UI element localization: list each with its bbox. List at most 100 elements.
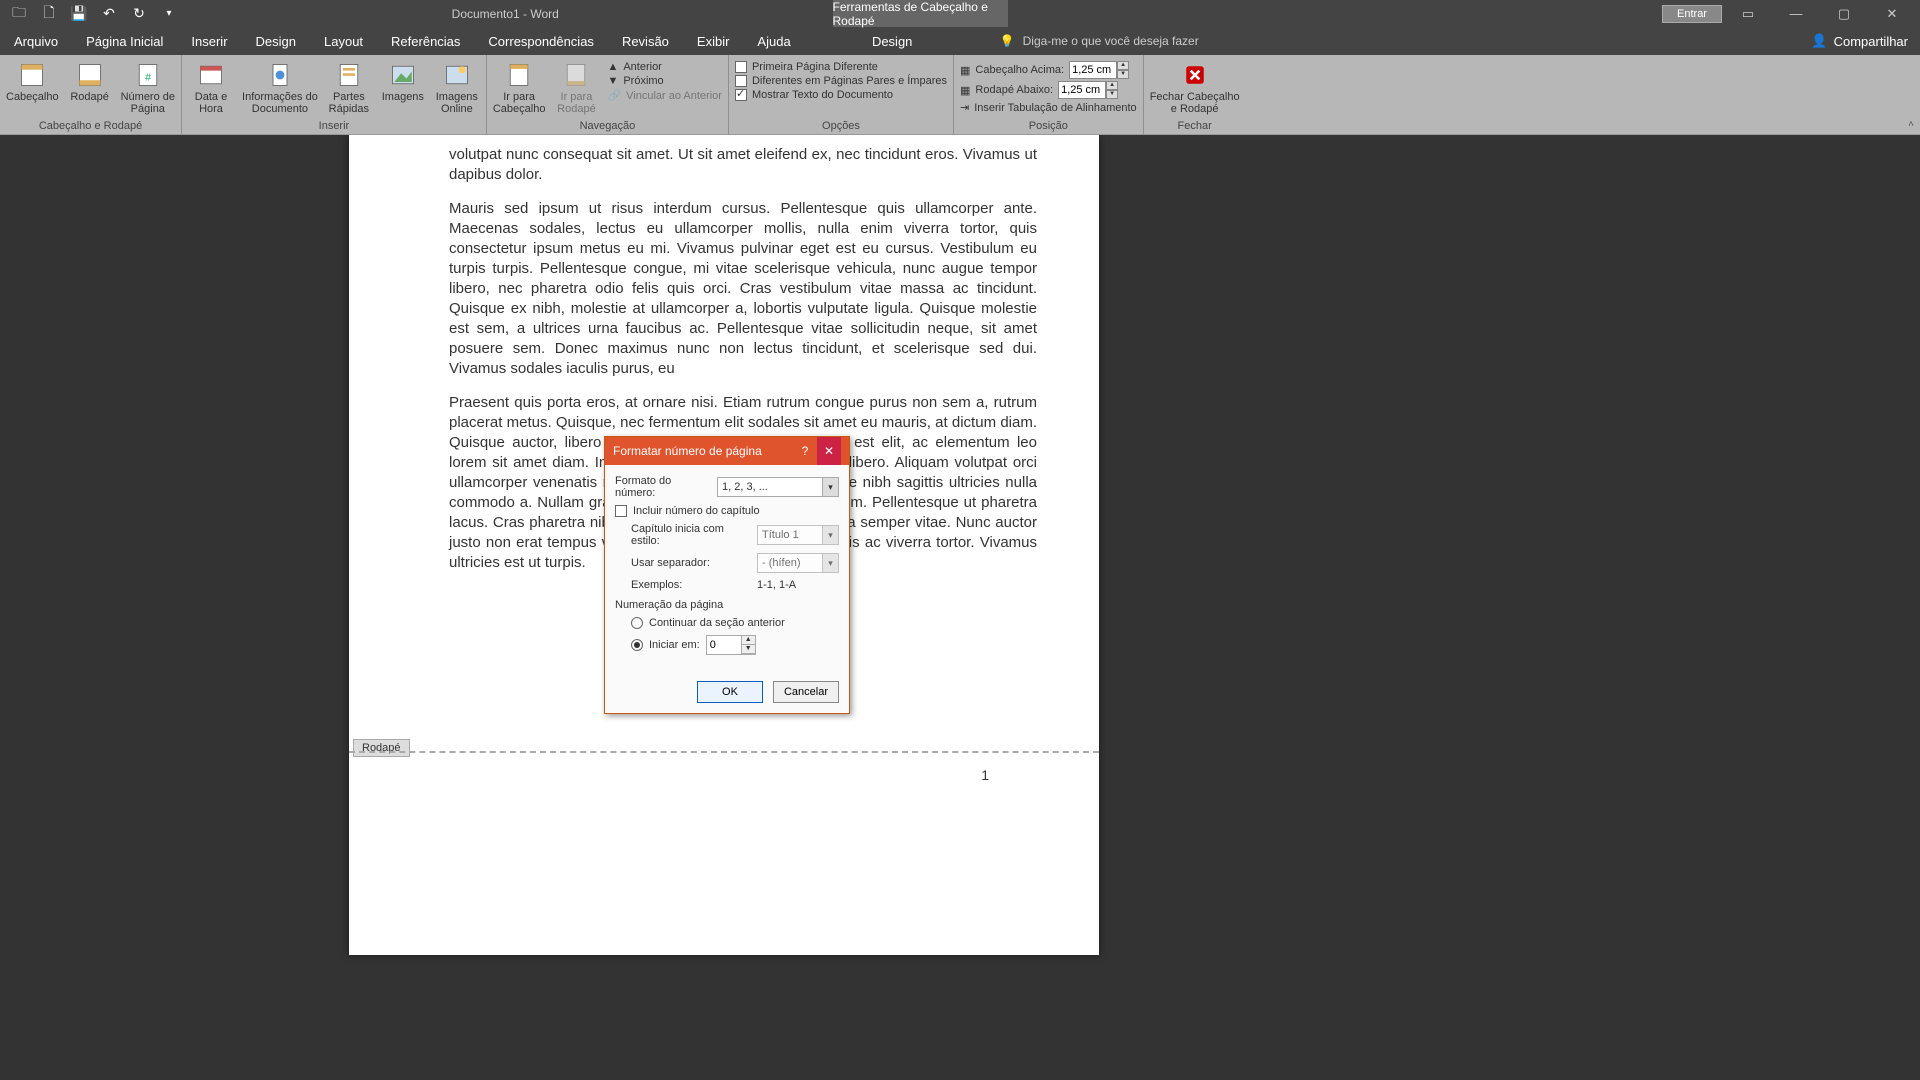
primeira-diferente-check[interactable]: Primeira Página Diferente bbox=[735, 61, 947, 73]
paragraph-tail: volutpat nunc consequat sit amet. Ut sit… bbox=[449, 145, 1037, 185]
tab-ajuda[interactable]: Ajuda bbox=[743, 27, 804, 55]
group-label-fechar: Fechar bbox=[1150, 120, 1240, 134]
title-bar: 🗀 🗋 💾 ↶ ↻ ▾ Documento1 - Word Ferramenta… bbox=[0, 0, 1920, 27]
ir-cabecalho-button[interactable]: Ir para Cabeçalho bbox=[493, 59, 546, 120]
imagens-button[interactable]: Imagens bbox=[380, 59, 426, 120]
maximize-button[interactable]: ▢ bbox=[1822, 2, 1866, 26]
page-number-icon: # bbox=[132, 61, 164, 89]
tab-context-design[interactable]: Design bbox=[805, 27, 980, 55]
tab-exibir[interactable]: Exibir bbox=[683, 27, 744, 55]
tab-arquivo[interactable]: Arquivo bbox=[0, 27, 72, 55]
iniciar-em-input[interactable] bbox=[707, 636, 741, 654]
context-tab-title: Ferramentas de Cabeçalho e Rodapé bbox=[833, 0, 1008, 27]
separador-combo: - (hífen) ▾ bbox=[757, 553, 839, 573]
cabecalho-acima-input[interactable] bbox=[1069, 61, 1117, 79]
spin-up-icon[interactable]: ▲ bbox=[1106, 81, 1118, 90]
cabecalho-acima-spinner[interactable]: ▲▼ bbox=[1069, 61, 1129, 79]
data-hora-button[interactable]: Data e Hora bbox=[188, 59, 234, 120]
dialog-help-button[interactable]: ? bbox=[793, 444, 817, 458]
checkbox-checked-icon bbox=[735, 89, 747, 101]
rodape-abaixo-input[interactable] bbox=[1058, 81, 1106, 99]
footer-separator bbox=[349, 751, 1099, 753]
header-icon bbox=[16, 61, 48, 89]
iniciar-em-radio[interactable]: Iniciar em: ▲▼ bbox=[631, 635, 839, 655]
pares-impares-check[interactable]: Diferentes em Páginas Pares e Ímpares bbox=[735, 75, 947, 87]
document-area: volutpat nunc consequat sit amet. Ut sit… bbox=[0, 135, 1920, 1080]
share-icon: 👤 bbox=[1811, 33, 1827, 49]
tab-revisao[interactable]: Revisão bbox=[608, 27, 683, 55]
spin-down-icon[interactable]: ▼ bbox=[741, 645, 755, 654]
link-icon: 🔗 bbox=[607, 89, 621, 102]
group-label-opcoes: Opções bbox=[735, 120, 947, 134]
rodape-abaixo-spinner[interactable]: ▲▼ bbox=[1058, 81, 1118, 99]
inserir-tabulacao-button[interactable]: ⇥Inserir Tabulação de Alinhamento bbox=[960, 101, 1137, 114]
doc-info-icon bbox=[264, 61, 296, 89]
anterior-button[interactable]: ▲Anterior bbox=[607, 61, 722, 73]
tell-me-placeholder: Diga-me o que você deseja fazer bbox=[1023, 34, 1199, 48]
radio-checked-icon bbox=[631, 639, 643, 651]
tab-referencias[interactable]: Referências bbox=[377, 27, 474, 55]
proximo-button[interactable]: ▼Próximo bbox=[607, 75, 722, 87]
group-opcoes: Primeira Página Diferente Diferentes em … bbox=[729, 55, 954, 134]
numero-pagina-button[interactable]: # Número de Página bbox=[121, 59, 175, 120]
spin-down-icon[interactable]: ▼ bbox=[1106, 90, 1118, 99]
minimize-button[interactable]: — bbox=[1774, 2, 1818, 26]
partes-rapidas-button[interactable]: Partes Rápidas bbox=[326, 59, 372, 120]
cancel-button[interactable]: Cancelar bbox=[773, 681, 839, 703]
spin-up-icon[interactable]: ▲ bbox=[741, 636, 755, 645]
sign-in-button[interactable]: Entrar bbox=[1662, 5, 1722, 23]
folder-icon[interactable]: 🗀 bbox=[10, 5, 28, 23]
separador-value: - (hífen) bbox=[762, 557, 801, 569]
images-icon bbox=[387, 61, 419, 89]
close-window-button[interactable]: ✕ bbox=[1870, 2, 1914, 26]
formato-numero-combo[interactable]: 1, 2, 3, ... ▾ bbox=[717, 477, 839, 497]
mostrar-texto-check[interactable]: Mostrar Texto do Documento bbox=[735, 89, 947, 101]
tab-align-icon: ⇥ bbox=[960, 101, 969, 114]
collapse-ribbon-icon[interactable]: ˄ bbox=[1908, 119, 1914, 130]
dialog-titlebar[interactable]: Formatar número de página ? ✕ bbox=[605, 437, 849, 465]
dialog-close-button[interactable]: ✕ bbox=[817, 437, 841, 465]
group-label-inserir: Inserir bbox=[188, 120, 480, 134]
ribbon-display-icon[interactable]: ▭ bbox=[1726, 2, 1770, 26]
footer-icon bbox=[74, 61, 106, 89]
ribbon: Cabeçalho Rodapé # Número de Página Cabe… bbox=[0, 55, 1920, 135]
document-title: Documento1 - Word bbox=[178, 7, 833, 21]
ok-button[interactable]: OK bbox=[697, 681, 763, 703]
redo-icon[interactable]: ↻ bbox=[130, 5, 148, 23]
group-label-cabecalho-rodape: Cabeçalho e Rodapé bbox=[6, 120, 175, 134]
chevron-down-icon[interactable]: ▾ bbox=[822, 478, 838, 496]
ir-rodape-button[interactable]: Ir para Rodapé bbox=[553, 59, 599, 120]
vincular-button[interactable]: 🔗Vincular ao Anterior bbox=[607, 89, 722, 102]
imagens-online-button[interactable]: Imagens Online bbox=[434, 59, 480, 120]
numeracao-label: Numeração da página bbox=[615, 599, 839, 611]
info-doc-button[interactable]: Informações do Documento bbox=[242, 59, 318, 120]
tab-design[interactable]: Design bbox=[242, 27, 310, 55]
tab-layout[interactable]: Layout bbox=[310, 27, 377, 55]
page-number: 1 bbox=[981, 767, 989, 783]
continuar-radio[interactable]: Continuar da seção anterior bbox=[631, 617, 839, 629]
save-icon[interactable]: 💾 bbox=[70, 5, 88, 23]
online-images-icon bbox=[441, 61, 473, 89]
iniciar-em-spinner[interactable]: ▲▼ bbox=[706, 635, 756, 655]
date-time-icon bbox=[195, 61, 227, 89]
tell-me-box[interactable]: 💡 Diga-me o que você deseja fazer bbox=[1000, 34, 1812, 48]
goto-header-icon bbox=[503, 61, 535, 89]
exemplos-label: Exemplos: bbox=[631, 579, 751, 591]
spin-up-icon[interactable]: ▲ bbox=[1117, 61, 1129, 70]
chevron-down-icon: ▾ bbox=[822, 554, 838, 572]
rodape-button[interactable]: Rodapé bbox=[67, 59, 113, 120]
next-icon: ▼ bbox=[607, 75, 618, 87]
tab-correspondencias[interactable]: Correspondências bbox=[474, 27, 608, 55]
tab-pagina-inicial[interactable]: Página Inicial bbox=[72, 27, 177, 55]
spin-down-icon[interactable]: ▼ bbox=[1117, 70, 1129, 79]
undo-icon[interactable]: ↶ bbox=[100, 5, 118, 23]
share-button[interactable]: 👤 Compartilhar bbox=[1811, 33, 1908, 49]
qat-customize-icon[interactable]: ▾ bbox=[160, 5, 178, 23]
formato-numero-value: 1, 2, 3, ... bbox=[722, 481, 768, 493]
fechar-cabecalho-rodape-button[interactable]: Fechar Cabeçalho e Rodapé bbox=[1150, 59, 1240, 120]
paragraph-1: Mauris sed ipsum ut risus interdum cursu… bbox=[449, 199, 1037, 379]
cabecalho-button[interactable]: Cabeçalho bbox=[6, 59, 59, 120]
tab-inserir[interactable]: Inserir bbox=[177, 27, 241, 55]
new-doc-icon[interactable]: 🗋 bbox=[40, 5, 58, 23]
incluir-capitulo-check[interactable]: Incluir número do capítulo bbox=[615, 505, 839, 517]
